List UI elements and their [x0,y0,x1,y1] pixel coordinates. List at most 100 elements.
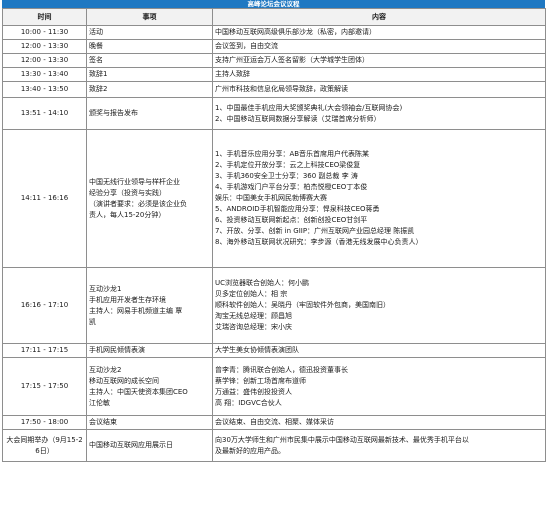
table-row: 13:30 - 13:40 致辞1 主持人致辞 [2,67,546,82]
content-line: 顺科软件创始人：吴晓丹（牢固软件外包商，美国南旧） [215,301,390,309]
row-time: 12:00 - 13:30 [2,39,87,54]
agenda-table: 时间 事项 内容 10:00 - 11:30 活动 中国移动互联网高级俱乐部沙龙（私… [2,8,546,462]
event-line: 移动互联网的成长空间 [89,376,159,385]
row-content: 曾李青：腾讯联合创始人，德迅投资董事长 蔡学锋：创新工场首席布道师 万通益：盛伟创投… [212,357,546,416]
row-time: 14:11 - 16:16 [2,129,87,268]
row-event: 中国无线行业领导与样杆企业 经验分享（投资与实践） （演讲者要求：必须是该企业负 责人… [86,129,213,268]
row-content: 主持人致辞 [212,67,546,82]
content-line: 6、投资移动互联网新起点：创新创投CEO甘剑平 [215,216,368,224]
table-row: 10:00 - 11:30 活动 中国移动互联网高级俱乐部沙龙（私密，内部邀请） [2,25,546,40]
row-time: 13:51 - 14:10 [2,97,87,130]
table-row: 17:15 - 17:50 互动沙龙2 移动互联网的成长空间主持人：中国天使资本集团… [2,357,546,416]
row-event: 晚餐 [86,39,213,54]
content-line: 1、手机音乐应用分享：AB音乐首席用户代表陈某 [215,150,370,158]
header-time: 时间 [2,8,87,26]
content-line: 淘宝无线总经理：顾昌旭 [215,312,292,320]
table-row: 14:11 - 16:16 中国无线行业领导与样杆企业 经验分享（投资与实践） （演讲… [2,129,546,268]
table-row: 17:50 - 18:00 会议结束 会议结束、自由交流、相聚、媒体采访 [2,415,546,430]
page-title: 高峰论坛会议议程 [2,0,545,8]
content-line: UC浏览器联合创始人：何小鹏 [215,279,310,287]
row-time: 17:15 - 17:50 [2,357,87,416]
row-time: 大会同期举办（9月15-26日） [2,429,87,462]
row-event: 活动 [86,25,213,40]
row-event: 签名 [86,53,213,68]
event-line: 中国移动互联网应用展示日 [89,441,173,449]
content-line: 大学生美女协倾情表演团队 [215,346,299,354]
table-row: 12:00 - 13:30 晚餐 会议签到，自由交流 [2,39,546,54]
content-line: 贝多定位创始人：相 宗 [215,290,288,298]
row-event: 互动沙龙2 移动互联网的成长空间主持人：中国天使资本集团CEO 江伦敏 [86,357,213,416]
row-content: 1、手机音乐应用分享：AB音乐首席用户代表陈某 2、手机定位开放分享：云之上科技C… [212,129,546,268]
content-line: 3、手机360安全卫士分享：360 副总裁 李 涛 [215,172,358,180]
content-line: 5、ANDROID手机智能应用分享：悍泉科技CEO蒋勇 [215,205,380,213]
content-line: 2、中国移动互联网数据分享解读（艾瑞首席分析师） [215,114,381,123]
row-content: 大学生美女协倾情表演团队 [212,343,546,358]
content-line: 主持人致辞 [215,70,250,78]
event-line: 经验分享（投资与实践） [89,188,166,197]
table-row: 16:16 - 17:10 互动沙龙1 手机应用开发者生存环境主持人：网易手机频道主… [2,267,546,344]
event-line: 主持人：中国天使资本集团CEO [89,387,188,396]
content-line: 4、手机游戏门户平台分享：柏杰悦橙CEO丁本俊 [215,183,368,191]
header-event: 事项 [86,8,213,26]
row-event: 手机网民倾情表演 [86,343,213,358]
event-line: 颁奖与报告发布 [89,109,138,117]
event-line: 活动 [89,28,103,36]
content-line: 曾李青：腾讯联合创始人，德迅投资董事长 [215,365,348,374]
row-time: 10:00 - 11:30 [2,25,87,40]
content-line: 向30万大学师生和广州市民集中展示中国移动互联网最新技术、最优秀手机平台以 [215,435,469,444]
row-content: 会议结束、自由交流、相聚、媒体采访 [212,415,546,430]
content-line: 广州市科技和信息化局领导致辞，政策解读 [215,85,348,93]
content-line: 娱乐：中国美女手机网民勃博赛大赛 [215,194,327,202]
table-row: 13:40 - 13:50 致辞2 广州市科技和信息化局领导致辞，政策解读 [2,81,546,98]
event-line: 会议结束 [89,418,117,426]
row-time: 13:40 - 13:50 [2,81,87,98]
table-row: 13:51 - 14:10 颁奖与报告发布 1、中国最佳手机应用大奖颁奖典礼(大会领… [2,97,546,130]
row-event: 致辞2 [86,81,213,98]
content-line: 艾瑞咨询总经理：宋小庆 [215,323,292,331]
content-line: 7、开放、分享、创新 in GIIP：广州互联网产业园总经理 陈振凯 [215,227,415,235]
event-line: 致辞2 [89,85,108,93]
event-line: 签名 [89,56,103,64]
event-line: 江伦敏 [89,398,110,407]
row-event: 致辞1 [86,67,213,82]
content-line: 及最新好的应用产品。 [215,446,285,455]
content-line: 中国移动互联网高级俱乐部沙龙（私密，内部邀请） [215,28,376,36]
row-event: 互动沙龙1 手机应用开发者生存环境主持人：网易手机频道主编 覃凯 [86,267,213,344]
row-time: 17:50 - 18:00 [2,415,87,430]
header-row: 时间 事项 内容 [2,8,546,26]
row-event: 中国移动互联网应用展示日 [86,429,213,462]
row-content: 会议签到，自由交流 [212,39,546,54]
row-time: 16:16 - 17:10 [2,267,87,344]
event-line: 互动沙龙2 [89,365,122,374]
event-line: 晚餐 [89,42,103,50]
content-line: 1、中国最佳手机应用大奖颁奖典礼(大会领袖会/互联网协会) [215,103,403,112]
event-line: （演讲者要求：必须是该企业负 [89,199,187,208]
event-line: 中国无线行业领导与样杆企业 [89,177,180,186]
row-time: 17:11 - 17:15 [2,343,87,358]
content-line: 蔡学锋：创新工场首席布道师 [215,376,306,385]
row-time: 12:00 - 13:30 [2,53,87,68]
event-line: 互动沙龙1 [89,284,122,293]
table-row: 17:11 - 17:15 手机网民倾情表演 大学生美女协倾情表演团队 [2,343,546,358]
event-line: 主持人：网易手机频道主编 覃 [89,306,183,315]
row-content: UC浏览器联合创始人：何小鹏 贝多定位创始人：相 宗顺科软件创始人：吴晓丹（牢固软… [212,267,546,344]
row-content: 支持广州亚运会万人签名留影（大学城学生团体） [212,53,546,68]
event-line: 致辞1 [89,70,108,78]
event-line: 凯 [89,317,96,326]
event-line: 手机网民倾情表演 [89,346,145,354]
row-content: 广州市科技和信息化局领导致辞，政策解读 [212,81,546,98]
table-row: 12:00 - 13:30 签名 支持广州亚运会万人签名留影（大学城学生团体） [2,53,546,68]
content-line: 支持广州亚运会万人签名留影（大学城学生团体） [215,56,369,64]
row-content: 中国移动互联网高级俱乐部沙龙（私密，内部邀请） [212,25,546,40]
row-event: 会议结束 [86,415,213,430]
content-line: 2、手机定位开放分享：云之上科技CEO梁俊复 [215,161,361,169]
content-line: 会议签到，自由交流 [215,42,278,50]
event-line: 手机应用开发者生存环境 [89,295,166,304]
row-event: 颁奖与报告发布 [86,97,213,130]
table-row: 大会同期举办（9月15-26日） 中国移动互联网应用展示日 向30万大学师生和广州市… [2,429,546,462]
content-line: 高 翔：IDGVC合伙人 [215,398,282,407]
row-time: 13:30 - 13:40 [2,67,87,82]
event-line: 责人，每人15-20分钟） [89,210,166,219]
content-line: 万通益：盛伟创投投资人 [215,387,292,396]
content-line: 会议结束、自由交流、相聚、媒体采访 [215,418,334,426]
